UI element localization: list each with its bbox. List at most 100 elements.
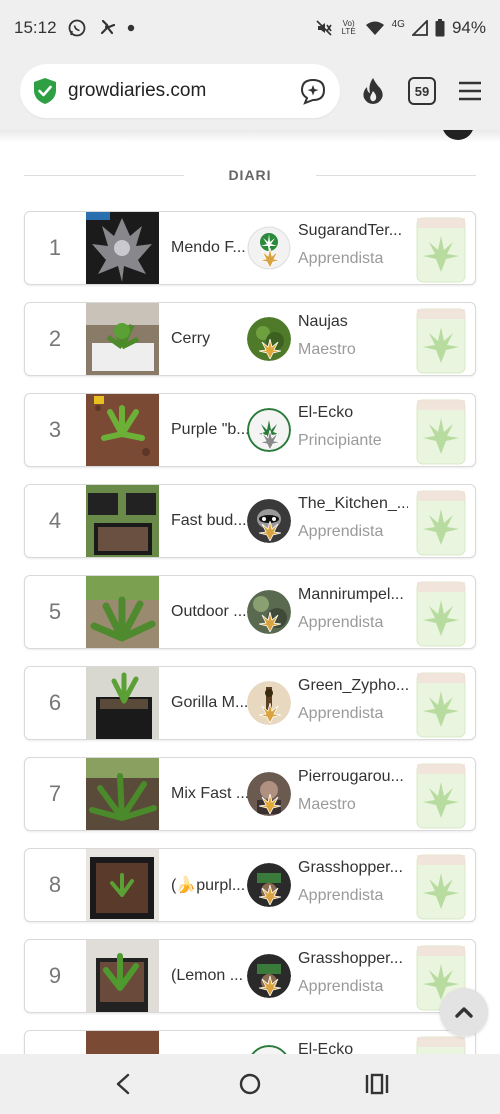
leaf-rank-icon bbox=[259, 430, 281, 450]
menu-icon[interactable] bbox=[454, 75, 486, 107]
diary-thumbnail[interactable] bbox=[86, 576, 159, 648]
diary-title[interactable]: Mendo F... bbox=[171, 212, 249, 284]
rank-number: 9 bbox=[48, 963, 62, 988]
user-level: Apprendista bbox=[298, 614, 384, 631]
username[interactable]: El-Ecko bbox=[298, 1041, 408, 1054]
diary-title[interactable]: Fast bud... bbox=[171, 485, 249, 557]
rank-number: 2 bbox=[48, 326, 62, 351]
assistant-icon[interactable] bbox=[298, 76, 328, 106]
leaf-rank-icon bbox=[259, 248, 281, 268]
award-badge-icon bbox=[413, 487, 469, 557]
section-title: DIARI bbox=[228, 167, 272, 183]
user-avatar[interactable] bbox=[247, 772, 291, 816]
user-level: Maestro bbox=[298, 796, 356, 813]
rank-number: 3 bbox=[48, 417, 62, 442]
diary-thumbnail[interactable] bbox=[86, 485, 159, 557]
scroll-top-button[interactable] bbox=[440, 988, 488, 1036]
diary-thumbnail[interactable] bbox=[86, 667, 159, 739]
diary-row[interactable]: 1 Mendo F... SugarandTer... Apprendista bbox=[24, 211, 476, 285]
chevron-up-icon bbox=[455, 1007, 473, 1018]
username[interactable]: Pierrougarou... bbox=[298, 768, 408, 786]
diary-row[interactable]: 7 Mix Fast ... Pierrougarou... Maestro bbox=[24, 757, 476, 831]
diary-title[interactable]: Mix Fast ... bbox=[171, 758, 249, 830]
browser-toolbar: growdiaries.com 59 bbox=[0, 56, 500, 130]
user-avatar[interactable] bbox=[247, 954, 291, 998]
award-badge-icon bbox=[413, 669, 469, 739]
username[interactable]: SugarandTer... bbox=[298, 222, 408, 240]
username[interactable]: El-Ecko bbox=[298, 404, 408, 422]
user-avatar[interactable] bbox=[247, 226, 291, 270]
section-header: DIARI bbox=[24, 164, 476, 186]
user-avatar[interactable] bbox=[247, 681, 291, 725]
address-bar[interactable]: growdiaries.com bbox=[20, 64, 340, 118]
status-bar: 15:12 Vo) LTE 4G 94% bbox=[0, 0, 500, 56]
leaf-rank-icon bbox=[259, 976, 281, 996]
tabs-button[interactable]: 59 bbox=[408, 77, 436, 105]
diary-row[interactable]: 4 Fast bud... The_Kitchen_... Apprendist… bbox=[24, 484, 476, 558]
diary-title[interactable]: Cerry bbox=[171, 303, 249, 375]
award-badge-icon bbox=[413, 760, 469, 830]
battery-icon bbox=[435, 19, 445, 37]
user-level: Apprendista bbox=[298, 978, 384, 995]
status-time: 15:12 bbox=[14, 18, 57, 37]
diary-thumbnail[interactable] bbox=[86, 303, 159, 375]
user-level: Apprendista bbox=[298, 887, 384, 904]
leaf-rank-icon bbox=[259, 885, 281, 905]
user-avatar[interactable] bbox=[247, 1045, 291, 1054]
award-badge-icon bbox=[413, 578, 469, 648]
diary-thumbnail[interactable] bbox=[86, 758, 159, 830]
username[interactable]: The_Kitchen_... bbox=[298, 495, 408, 513]
diary-row[interactable]: 3 Purple "b... El-Ecko Principiante bbox=[24, 393, 476, 467]
username[interactable]: Naujas bbox=[298, 313, 408, 331]
shield-check-icon[interactable] bbox=[32, 77, 58, 105]
user-avatar[interactable] bbox=[247, 863, 291, 907]
award-badge-icon bbox=[413, 396, 469, 466]
username[interactable]: Grasshopper... bbox=[298, 950, 408, 968]
diary-row[interactable]: 6 Gorilla M... Green_Zypho... Apprendist… bbox=[24, 666, 476, 740]
url-text[interactable]: growdiaries.com bbox=[68, 80, 206, 102]
wifi-icon bbox=[365, 20, 385, 36]
rank-number: 7 bbox=[48, 781, 62, 806]
diary-row[interactable]: 5 Outdoor ... Mannirumpel... Apprendista bbox=[24, 575, 476, 649]
diary-thumbnail[interactable] bbox=[86, 940, 159, 1012]
diary-thumbnail[interactable] bbox=[86, 212, 159, 284]
award-badge-icon bbox=[413, 851, 469, 921]
leaf-rank-icon bbox=[259, 612, 281, 632]
diary-title[interactable]: Purple "b... bbox=[171, 394, 249, 466]
diary-title[interactable]: Gorilla M... bbox=[171, 667, 249, 739]
home-icon[interactable] bbox=[230, 1064, 270, 1104]
diary-row[interactable]: 9 (Lemon ... Grasshopper... Apprendista bbox=[24, 939, 476, 1013]
back-icon[interactable] bbox=[103, 1064, 143, 1104]
user-avatar[interactable] bbox=[247, 408, 291, 452]
user-level: Maestro bbox=[298, 341, 356, 358]
diary-thumbnail[interactable] bbox=[86, 394, 159, 466]
notification-dot-icon bbox=[127, 24, 135, 32]
battery-percent: 94% bbox=[451, 18, 486, 37]
award-badge-icon bbox=[413, 1033, 469, 1054]
rank-number: 5 bbox=[48, 599, 62, 624]
award-badge-icon bbox=[413, 214, 469, 284]
leaf-rank-icon bbox=[259, 703, 281, 723]
user-level: Principiante bbox=[298, 432, 382, 449]
diary-title[interactable]: (Lemon ... bbox=[171, 940, 249, 1012]
rank-number: 6 bbox=[48, 690, 62, 715]
user-avatar[interactable] bbox=[247, 590, 291, 634]
signal-icon bbox=[411, 20, 428, 36]
fire-icon[interactable] bbox=[357, 75, 389, 107]
user-level: Apprendista bbox=[298, 250, 384, 267]
recents-icon[interactable] bbox=[357, 1064, 397, 1104]
user-avatar[interactable] bbox=[247, 317, 291, 361]
diary-row[interactable]: 2 Cerry Naujas Maestro bbox=[24, 302, 476, 376]
whatsapp-icon bbox=[67, 18, 87, 38]
diary-title[interactable]: Outdoor ... bbox=[171, 576, 249, 648]
divider bbox=[315, 174, 476, 176]
diary-thumbnail[interactable] bbox=[86, 1031, 159, 1054]
username[interactable]: Green_Zypho... bbox=[298, 677, 408, 695]
diary-row[interactable]: 8 (🍌purpl... Grasshopper... Apprendista bbox=[24, 848, 476, 922]
username[interactable]: Mannirumpel... bbox=[298, 586, 408, 604]
diary-title[interactable]: (🍌purpl... bbox=[171, 849, 249, 921]
diary-thumbnail[interactable] bbox=[86, 849, 159, 921]
diary-row[interactable]: El-Ecko bbox=[24, 1030, 476, 1054]
username[interactable]: Grasshopper... bbox=[298, 859, 408, 877]
user-avatar[interactable] bbox=[247, 499, 291, 543]
